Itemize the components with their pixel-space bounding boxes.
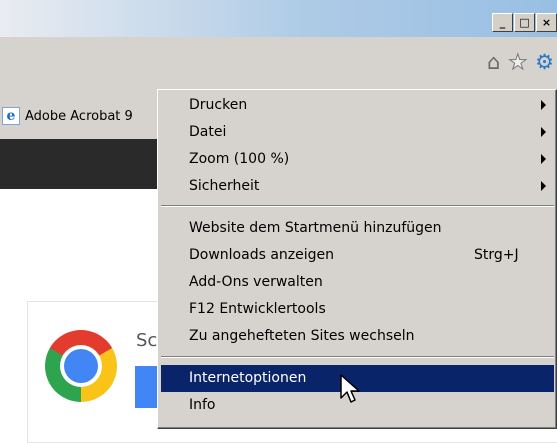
shortcut-label: Strg+J — [474, 247, 519, 263]
maximize-button[interactable]: □ — [514, 13, 535, 32]
submenu-arrow-icon — [541, 127, 546, 137]
submenu-arrow-icon — [541, 154, 546, 164]
submenu-arrow-icon — [541, 181, 546, 191]
command-bar: ⌂ ★ ⚙ — [0, 37, 557, 97]
menu-item-datei[interactable]: Datei — [161, 119, 554, 146]
menu-separator — [161, 356, 554, 358]
home-icon[interactable]: ⌂ — [487, 51, 500, 73]
favorite-link-label: Adobe Acrobat 9 — [25, 108, 133, 124]
favorite-link-adobe-acrobat[interactable]: e Adobe Acrobat 9 — [0, 107, 133, 125]
chrome-logo-icon — [45, 330, 117, 402]
ie-page-icon: e — [2, 107, 20, 125]
menu-item-add-to-start-menu[interactable]: Website dem Startmenü hinzufügen — [161, 215, 554, 242]
menu-separator — [161, 205, 554, 207]
submenu-arrow-icon — [541, 100, 546, 110]
tools-gear-icon[interactable]: ⚙ — [535, 51, 554, 73]
menu-item-pinned-sites[interactable]: Zu angehefteten Sites wechseln — [161, 323, 554, 350]
title-bar: _ □ × — [0, 0, 557, 37]
menu-item-manage-addons[interactable]: Add-Ons verwalten — [161, 269, 554, 296]
minimize-button[interactable]: _ — [492, 13, 513, 32]
window-controls: _ □ × — [491, 13, 557, 32]
menu-item-downloads[interactable]: Downloads anzeigen Strg+J — [161, 242, 554, 269]
menu-item-f12-devtools[interactable]: F12 Entwicklertools — [161, 296, 554, 323]
close-button[interactable]: × — [536, 13, 557, 32]
mouse-cursor-icon — [340, 374, 360, 403]
menu-item-drucken[interactable]: Drucken — [161, 92, 554, 119]
card-title-partial: Sc — [136, 330, 158, 351]
menu-item-zoom[interactable]: Zoom (100 %) — [161, 146, 554, 173]
favorites-star-icon[interactable]: ★ — [508, 51, 528, 74]
menu-item-sicherheit[interactable]: Sicherheit — [161, 173, 554, 200]
